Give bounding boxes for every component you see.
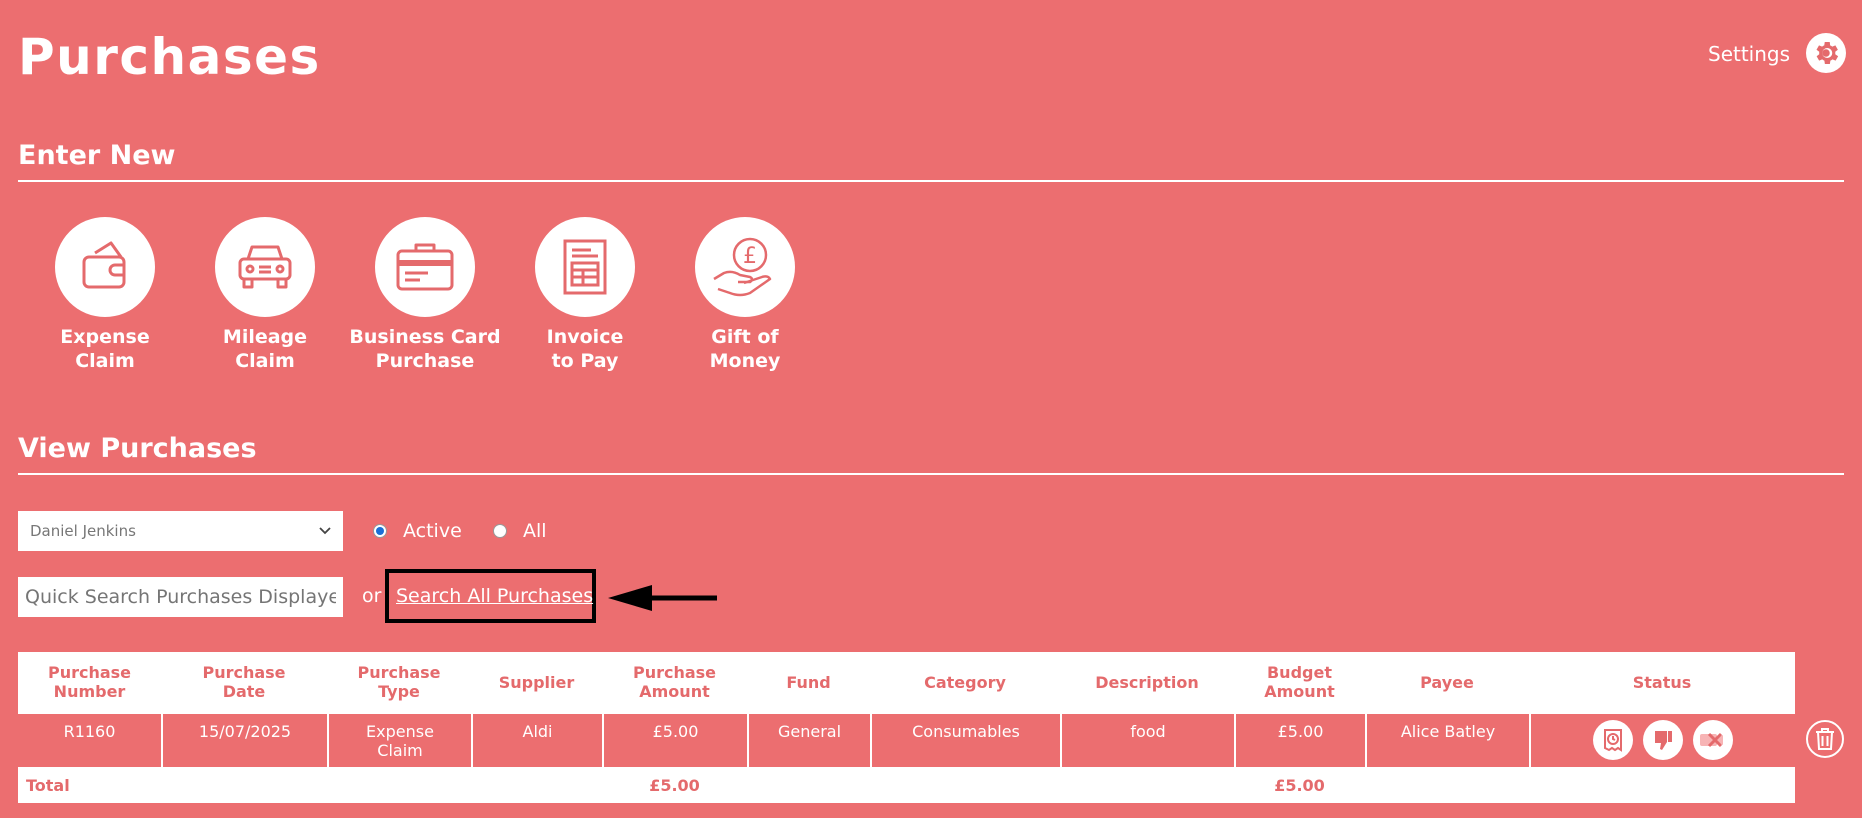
enter-new-heading: Enter New [18, 140, 176, 171]
credit-card-icon [396, 243, 454, 291]
col-purchase-date[interactable]: Purchase Date [161, 652, 327, 712]
cell-budget: £5.00 [1234, 712, 1365, 767]
cell-number: R1160 [18, 712, 161, 767]
view-purchases-heading: View Purchases [18, 433, 257, 464]
mileage-claim-tile[interactable]: Mileage Claim [185, 217, 345, 373]
col-description[interactable]: Description [1060, 652, 1234, 712]
purchases-table: Purchase Number Purchase Date Purchase Type… [18, 652, 1795, 803]
cell-status [1529, 712, 1795, 767]
cell-category: Consumables [870, 712, 1060, 767]
quick-search-input[interactable] [18, 577, 343, 617]
hand-pound-icon: £ [713, 237, 772, 297]
svg-text:£: £ [743, 244, 757, 269]
enter-new-divider [18, 180, 1844, 182]
table-header: Purchase Number Purchase Date Purchase Type… [18, 652, 1795, 712]
expense-claim-tile[interactable]: Expense Claim [25, 217, 185, 373]
filter-all-radio[interactable]: All [493, 520, 547, 542]
thumbs-down-icon[interactable] [1643, 720, 1683, 760]
gear-icon [1816, 42, 1839, 64]
search-all-purchases-link[interactable]: Search All Purchases [396, 585, 593, 607]
car-icon [238, 245, 292, 289]
view-purchases-divider [18, 473, 1844, 475]
col-budget-amount[interactable]: Budget Amount [1234, 652, 1365, 712]
video-cancel-icon[interactable] [1693, 720, 1733, 760]
table-total-row: Total £5.00 £5.00 [18, 767, 1795, 803]
delete-button[interactable] [1806, 720, 1844, 758]
settings-label[interactable]: Settings [1708, 42, 1790, 66]
cell-amount: £5.00 [602, 712, 747, 767]
cell-description: food [1060, 712, 1234, 767]
enter-new-tiles: Expense Claim Mileage Claim Business Card P… [25, 217, 825, 373]
user-select-value: Daniel Jenkins [30, 522, 136, 540]
receipt-clock-icon[interactable] [1593, 720, 1633, 760]
gift-of-money-tile[interactable]: £ Gift of Money [665, 217, 825, 373]
filter-active-label: Active [403, 520, 462, 542]
col-purchase-amount[interactable]: Purchase Amount [602, 652, 747, 712]
business-card-purchase-tile[interactable]: Business Card Purchase [345, 217, 505, 373]
cell-fund: General [747, 712, 870, 767]
total-amount: £5.00 [649, 775, 700, 795]
total-label: Total [26, 775, 70, 795]
cell-supplier: Aldi [471, 712, 602, 767]
wallet-icon [82, 241, 126, 289]
radio-all-indicator[interactable] [493, 524, 507, 538]
col-status[interactable]: Status [1529, 652, 1795, 712]
filter-all-label: All [523, 520, 547, 542]
total-budget: £5.00 [1274, 775, 1325, 795]
trash-icon [1816, 728, 1834, 750]
cell-payee: Alice Batley [1365, 712, 1529, 767]
filter-active-radio[interactable]: Active [373, 520, 462, 542]
or-text: or [362, 585, 382, 607]
cell-type: Expense Claim [327, 712, 471, 767]
invoice-icon [563, 239, 607, 295]
col-purchase-type[interactable]: Purchase Type [327, 652, 471, 712]
invoice-to-pay-tile[interactable]: Invoice to Pay [505, 217, 665, 373]
col-purchase-number[interactable]: Purchase Number [18, 652, 161, 712]
table-row[interactable]: R1160 15/07/2025 Expense Claim Aldi £5.00… [18, 712, 1795, 767]
col-supplier[interactable]: Supplier [471, 652, 602, 712]
cell-date: 15/07/2025 [161, 712, 327, 767]
chevron-down-icon [319, 527, 331, 535]
page-title: Purchases [18, 28, 321, 86]
col-category[interactable]: Category [870, 652, 1060, 712]
col-fund[interactable]: Fund [747, 652, 870, 712]
user-select[interactable]: Daniel Jenkins [18, 511, 343, 551]
settings-button[interactable] [1806, 33, 1846, 73]
radio-active-indicator[interactable] [373, 524, 387, 538]
col-payee[interactable]: Payee [1365, 652, 1529, 712]
pagination-bar [18, 805, 1795, 818]
arrow-left-icon [608, 585, 717, 611]
